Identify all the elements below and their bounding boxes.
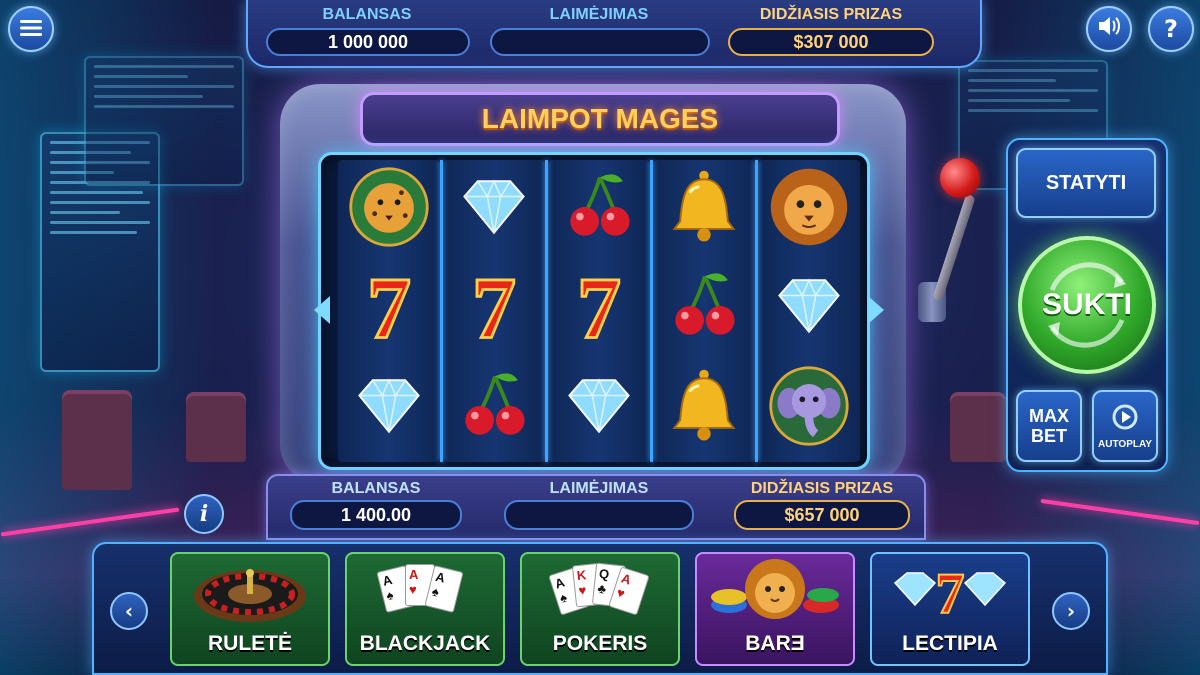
speaker-icon bbox=[1097, 15, 1121, 43]
bell-symbol-icon bbox=[658, 161, 750, 253]
right-chair bbox=[950, 392, 1006, 462]
top-win-label: LAIMĖJIMAS bbox=[549, 6, 649, 23]
next-games-button[interactable]: › bbox=[1052, 592, 1090, 630]
game-label-blackjack: BLACKJACK bbox=[359, 632, 491, 655]
svg-text:7: 7 bbox=[367, 263, 411, 349]
left-payline-arrow-icon bbox=[314, 296, 330, 324]
bet-button[interactable]: STATYTI bbox=[1016, 148, 1156, 218]
question-mark-icon: ? bbox=[1164, 15, 1178, 43]
lever-rod bbox=[932, 193, 976, 302]
left-chair-2 bbox=[186, 392, 246, 462]
lower-jackpot-label: DIDŽIASIS PRIZAS bbox=[750, 480, 894, 497]
game-label-lectipia: LECTIPIA bbox=[902, 632, 998, 655]
right-payline-arrow-icon bbox=[868, 296, 884, 324]
cherry-symbol-icon bbox=[448, 360, 540, 452]
top-jackpot-label: DIDŽIASIS PRIZAS bbox=[759, 6, 903, 23]
lower-win-value bbox=[504, 500, 694, 530]
reel-divider bbox=[545, 160, 548, 462]
hamburger-menu-icon bbox=[20, 15, 42, 43]
reel-divider bbox=[440, 160, 443, 462]
top-balance-value: 1 000 000 bbox=[266, 28, 470, 56]
game-card-bar[interactable]: BARƎ bbox=[695, 552, 855, 666]
svg-text:7: 7 bbox=[472, 263, 516, 349]
game-label-poker: POKERIS bbox=[552, 632, 648, 655]
game-card-lectipia[interactable]: 7 LECTIPIA bbox=[870, 552, 1030, 666]
left-chair bbox=[62, 390, 132, 490]
help-button[interactable]: ? bbox=[1148, 6, 1194, 52]
seven-diamonds-icon: 7 bbox=[872, 554, 1028, 628]
lion-symbol-icon bbox=[763, 161, 855, 253]
top-jackpot-value: $307 000 bbox=[728, 28, 934, 56]
game-label-roulette: RULETĖ bbox=[208, 632, 292, 655]
chevron-left-icon: ‹ bbox=[124, 599, 134, 623]
autoplay-icon bbox=[1110, 402, 1140, 437]
lower-balance-value: 1 400.00 bbox=[290, 500, 462, 530]
left-back-screen bbox=[84, 56, 244, 186]
lion-chips-icon bbox=[697, 554, 853, 628]
bell-symbol-icon bbox=[658, 360, 750, 452]
lower-jackpot-value: $657 000 bbox=[734, 500, 910, 530]
playing-cards-icon: A ♠ A ♥ A ♠ bbox=[347, 554, 503, 628]
spin-label: SUKTI bbox=[1042, 288, 1132, 321]
chevron-right-icon: › bbox=[1066, 599, 1076, 623]
info-button[interactable]: i bbox=[184, 494, 224, 534]
seven-symbol-icon: 7 bbox=[448, 260, 540, 352]
jaguar-symbol-icon bbox=[343, 161, 435, 253]
top-balance-label: BALANSAS bbox=[322, 6, 412, 23]
right-neon-stripe bbox=[1040, 498, 1200, 526]
lower-win-label: LAIMĖJIMAS bbox=[549, 480, 649, 497]
diamond-symbol-icon bbox=[448, 161, 540, 253]
diamond-symbol-icon bbox=[763, 260, 855, 352]
prev-games-button[interactable]: ‹ bbox=[110, 592, 148, 630]
game-label-bar: BARƎ bbox=[745, 632, 805, 655]
elephant-symbol-icon bbox=[763, 360, 855, 452]
max-bet-button[interactable]: MAX BET bbox=[1016, 390, 1082, 462]
poker-hand-icon: A ♠ K ♥ Q ♣ A ♥ bbox=[522, 554, 678, 628]
diamond-symbol-icon bbox=[343, 360, 435, 452]
game-card-blackjack[interactable]: A ♠ A ♥ A ♠ BLACKJACK bbox=[345, 552, 505, 666]
autoplay-button[interactable]: AUTOPLAY bbox=[1092, 390, 1158, 462]
spin-button[interactable]: SUKTI bbox=[1018, 236, 1156, 374]
cherry-symbol-icon bbox=[658, 260, 750, 352]
menu-button[interactable] bbox=[8, 6, 54, 52]
lower-balance-label: BALANSAS bbox=[331, 480, 421, 497]
reel-divider bbox=[650, 160, 653, 462]
reel-divider bbox=[755, 160, 758, 462]
diamond-symbol-icon bbox=[553, 360, 645, 452]
game-card-roulette[interactable]: RULETĖ bbox=[170, 552, 330, 666]
left-neon-stripe bbox=[0, 507, 180, 537]
machine-title: LAIMPOT MAGES bbox=[360, 92, 840, 146]
lever-handle[interactable] bbox=[940, 158, 980, 198]
seven-symbol-icon: 7 bbox=[343, 260, 435, 352]
info-icon: i bbox=[199, 501, 209, 527]
roulette-wheel-icon bbox=[172, 554, 328, 628]
cherry-symbol-icon bbox=[553, 161, 645, 253]
svg-text:7: 7 bbox=[577, 263, 621, 349]
game-card-poker[interactable]: A ♠ K ♥ Q ♣ A ♥ POKERIS bbox=[520, 552, 680, 666]
sound-button[interactable] bbox=[1086, 6, 1132, 52]
top-win-value bbox=[490, 28, 710, 56]
max-bet-label: MAX BET bbox=[1029, 406, 1069, 446]
seven-symbol-icon: 7 bbox=[553, 260, 645, 352]
svg-text:7: 7 bbox=[936, 561, 965, 626]
autoplay-label: AUTOPLAY bbox=[1098, 439, 1152, 450]
